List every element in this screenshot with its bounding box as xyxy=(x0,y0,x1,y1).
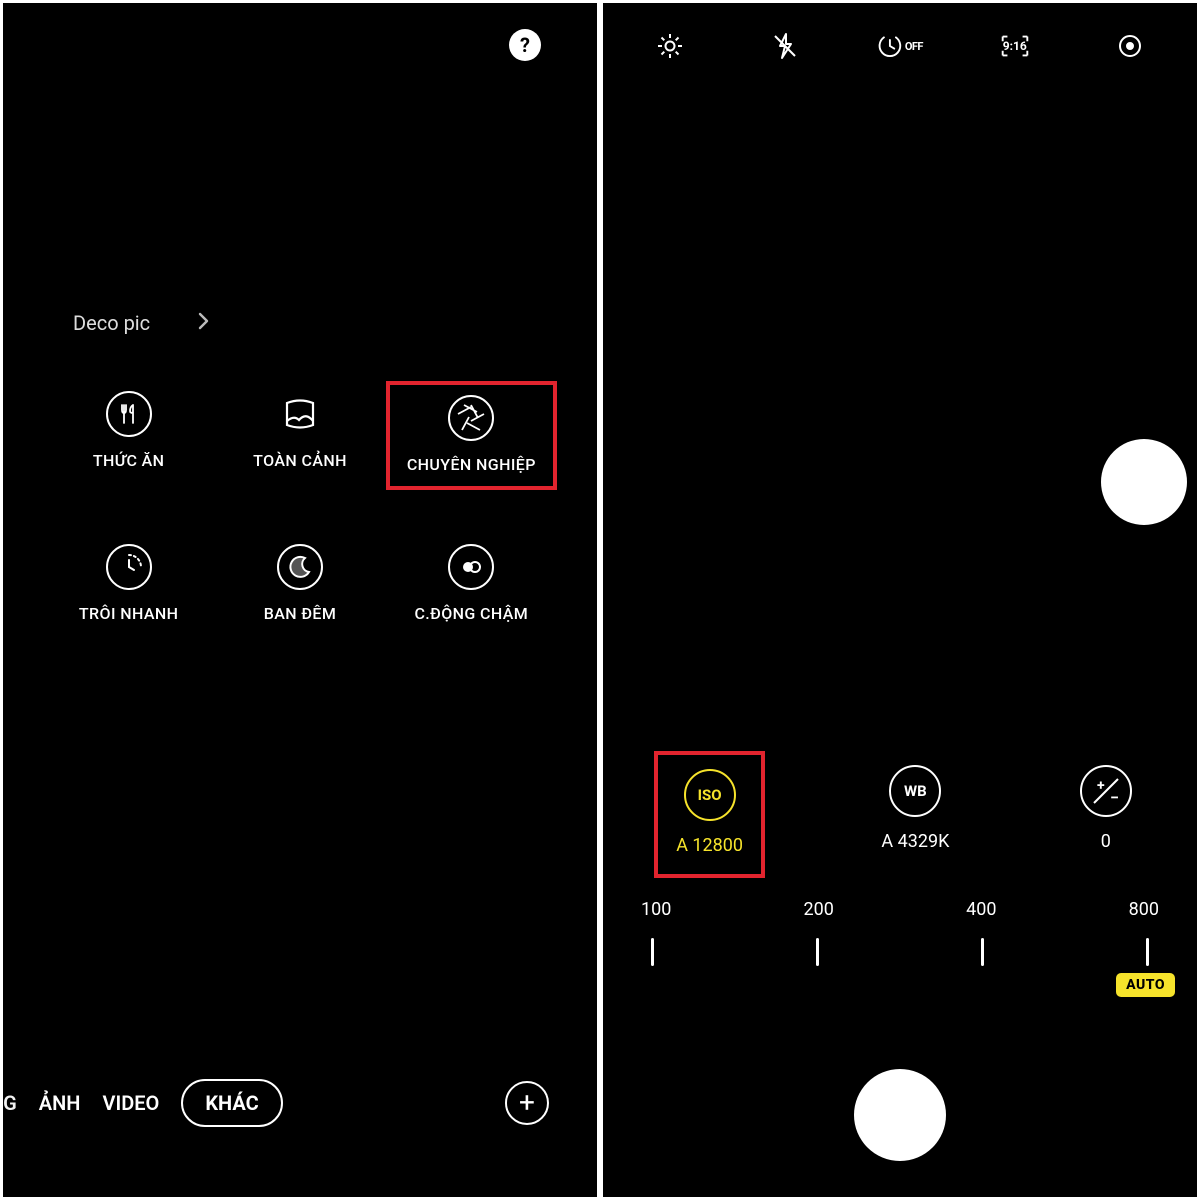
bottom-bar-left: NG ẢNH VIDEO KHÁC + xyxy=(3,1079,597,1127)
mode-night[interactable]: BAN ĐÊM xyxy=(214,534,385,635)
settings-button[interactable] xyxy=(647,23,693,69)
mode-tabs[interactable]: NG ẢNH VIDEO KHÁC xyxy=(3,1079,283,1127)
svg-text:+: + xyxy=(1097,778,1105,794)
exposure-ring: + − xyxy=(1080,765,1132,817)
param-iso[interactable]: ISO A 12800 xyxy=(654,751,765,878)
phone-right: OFF 9:16 xyxy=(603,3,1197,1197)
mode-grid: THỨC ĂN TOÀN CẢNH xyxy=(43,381,557,635)
flash-button[interactable] xyxy=(762,23,808,69)
aspect-button[interactable]: 9:16 xyxy=(992,23,1038,69)
shutter-button[interactable] xyxy=(854,1069,946,1161)
mode-food[interactable]: THỨC ĂN xyxy=(43,381,214,490)
param-wb[interactable]: WB A 4329K xyxy=(867,751,963,878)
night-icon xyxy=(277,544,323,590)
help-icon: ? xyxy=(520,33,530,57)
tab-more-active[interactable]: KHÁC xyxy=(181,1079,282,1127)
scale-800: 800 xyxy=(1129,899,1159,920)
mode-panorama[interactable]: TOÀN CẢNH xyxy=(214,381,385,490)
auto-label: AUTO xyxy=(1126,977,1165,993)
aperture-icon xyxy=(448,395,494,441)
timer-off-label: OFF xyxy=(905,40,923,53)
deco-pic-label: Deco pic xyxy=(73,311,150,335)
plus-icon: + xyxy=(519,1089,535,1117)
timer-button[interactable]: OFF xyxy=(877,23,923,69)
scale-200: 200 xyxy=(804,899,834,920)
param-exposure[interactable]: + − 0 xyxy=(1066,751,1146,878)
timer-icon xyxy=(877,33,903,59)
metering-button[interactable] xyxy=(1107,23,1153,69)
wb-ring-label: WB xyxy=(904,782,927,800)
panorama-icon xyxy=(277,391,323,437)
iso-scale-numbers: 100 200 400 800 xyxy=(625,899,1175,920)
scale-100: 100 xyxy=(641,899,671,920)
tab-truncated[interactable]: NG xyxy=(3,1091,17,1115)
tab-photo[interactable]: ẢNH xyxy=(39,1091,81,1115)
iso-scale[interactable]: 100 200 400 800 xyxy=(603,899,1197,966)
scale-400: 400 xyxy=(966,899,996,920)
mode-slowmo[interactable]: C.ĐỘNG CHẬM xyxy=(386,534,557,635)
metering-icon xyxy=(1115,31,1145,61)
comparison-stage: ? Deco pic THỨC ĂN xyxy=(0,0,1200,1200)
svg-text:−: − xyxy=(1110,788,1119,807)
iso-scale-ticks xyxy=(625,920,1175,966)
top-toolbar: OFF 9:16 xyxy=(603,23,1197,69)
tab-video[interactable]: VIDEO xyxy=(102,1091,159,1115)
flash-off-icon xyxy=(770,31,800,61)
mode-label: BAN ĐÊM xyxy=(264,604,337,623)
food-icon xyxy=(106,391,152,437)
chevron-right-icon xyxy=(198,311,210,335)
plus-minus-icon: + − xyxy=(1086,771,1126,811)
iso-ring-label: ISO xyxy=(698,786,722,804)
slowmo-icon xyxy=(448,544,494,590)
help-button[interactable]: ? xyxy=(509,29,541,61)
aspect-value: 9:16 xyxy=(1003,39,1027,53)
iso-value: A 12800 xyxy=(676,835,743,856)
iso-ring: ISO xyxy=(684,769,736,821)
wb-ring: WB xyxy=(889,765,941,817)
exposure-value: 0 xyxy=(1101,831,1111,852)
phone-left: ? Deco pic THỨC ĂN xyxy=(3,3,597,1197)
mode-hyperlapse[interactable]: TRÔI NHANH xyxy=(43,534,214,635)
pro-params-row: ISO A 12800 WB A 4329K + − xyxy=(603,751,1197,878)
mode-pro[interactable]: CHUYÊN NGHIỆP xyxy=(386,381,557,490)
auto-badge[interactable]: AUTO xyxy=(1116,973,1175,997)
mode-label: TOÀN CẢNH xyxy=(253,451,347,470)
floating-shutter-button[interactable] xyxy=(1101,439,1187,525)
hyperlapse-icon xyxy=(106,544,152,590)
mode-label: CHUYÊN NGHIỆP xyxy=(407,455,536,474)
mode-label: C.ĐỘNG CHẬM xyxy=(414,604,528,623)
phones-row: ? Deco pic THỨC ĂN xyxy=(3,3,1197,1197)
add-mode-button[interactable]: + xyxy=(505,1081,549,1125)
wb-value: A 4329K xyxy=(881,831,949,852)
gear-icon xyxy=(655,31,685,61)
deco-pic-row[interactable]: Deco pic xyxy=(73,311,210,335)
mode-label: THỨC ĂN xyxy=(93,451,165,470)
mode-label: TRÔI NHANH xyxy=(79,604,179,623)
